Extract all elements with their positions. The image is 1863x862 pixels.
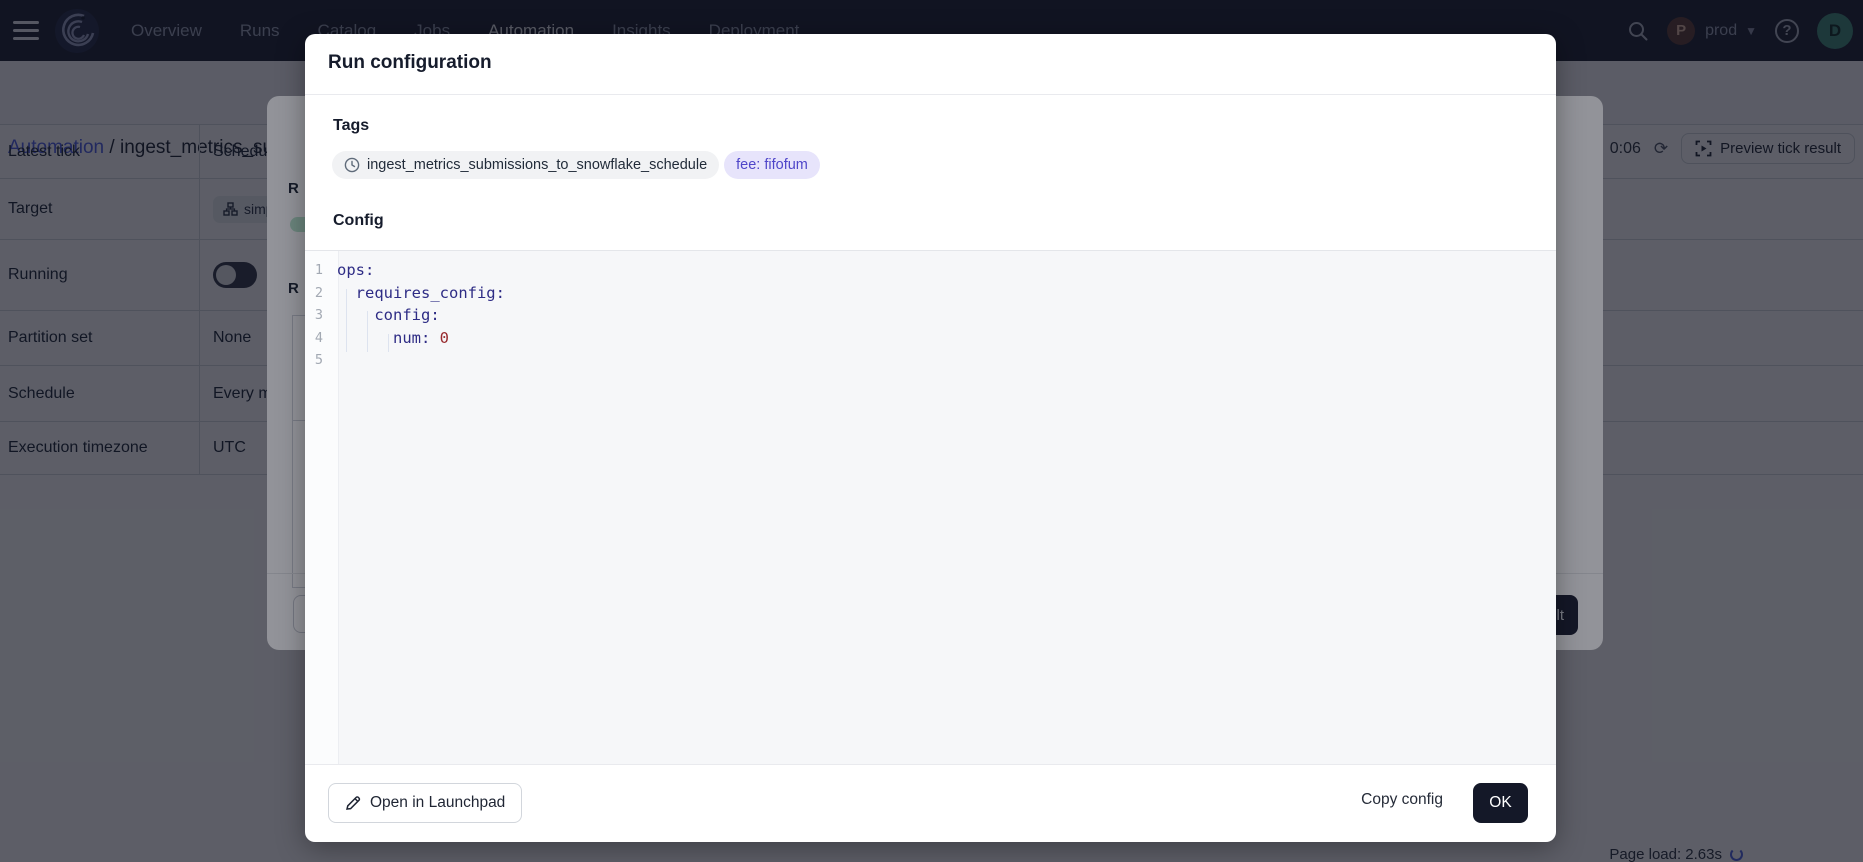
config-code-editor[interactable]: 1 ops: 2 requires_config: 3 config: 4 nu… xyxy=(305,250,1556,764)
modal-title-divider xyxy=(305,94,1556,95)
line-number: 3 xyxy=(305,304,331,327)
code-lines: 1 ops: 2 requires_config: 3 config: 4 nu… xyxy=(305,259,1556,372)
tag-schedule-label: ingest_metrics_submissions_to_snowflake_… xyxy=(367,157,707,173)
config-section-label: Config xyxy=(333,212,384,230)
tags-section-label: Tags xyxy=(333,117,369,135)
line-number: 4 xyxy=(305,327,331,350)
code-line: 1 ops: xyxy=(305,259,1556,282)
copy-config-button[interactable]: Copy config xyxy=(1361,791,1443,809)
run-configuration-modal: Run configuration Tags ingest_metrics_su… xyxy=(305,34,1556,842)
code-line: 3 config: xyxy=(305,304,1556,327)
tag-schedule-chip[interactable]: ingest_metrics_submissions_to_snowflake_… xyxy=(332,151,719,179)
code-line: 4 num: 0 xyxy=(305,327,1556,350)
ok-button[interactable]: OK xyxy=(1473,783,1528,823)
modal-footer-divider xyxy=(305,764,1556,765)
line-number: 2 xyxy=(305,282,331,305)
tag-fee-chip[interactable]: fee: fifofum xyxy=(724,151,820,179)
clock-icon xyxy=(344,157,360,173)
line-number: 5 xyxy=(305,349,331,372)
pencil-icon xyxy=(345,795,361,811)
launchpad-button-label: Open in Launchpad xyxy=(370,794,505,812)
line-number: 1 xyxy=(305,259,331,282)
tag-fee-label: fee: fifofum xyxy=(736,157,808,173)
code-line: 2 requires_config: xyxy=(305,282,1556,305)
open-in-launchpad-button[interactable]: Open in Launchpad xyxy=(328,783,522,823)
tags-list: ingest_metrics_submissions_to_snowflake_… xyxy=(332,151,820,179)
code-line: 5 xyxy=(305,349,1556,372)
modal-title: Run configuration xyxy=(328,52,492,74)
